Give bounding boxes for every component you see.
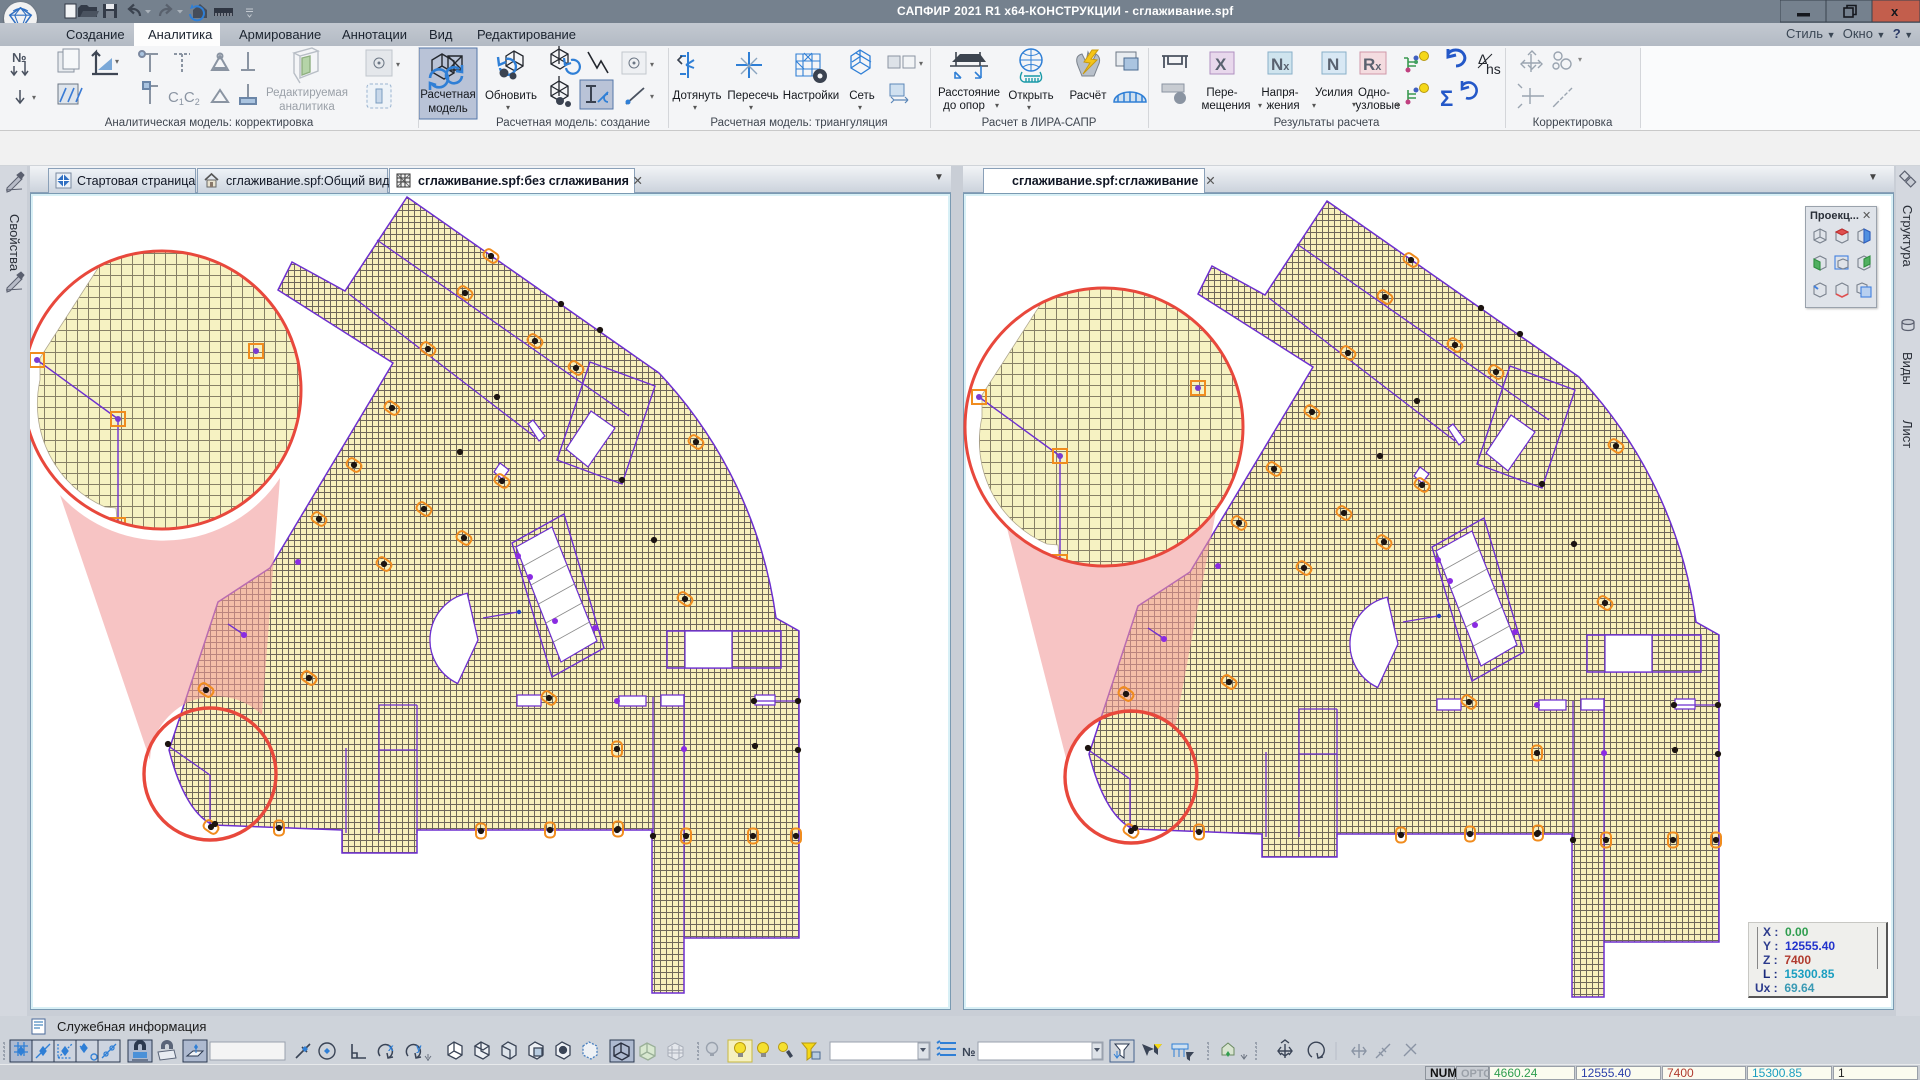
svg-text:y: y: [416, 1043, 422, 1054]
svg-text:Расчетная: Расчетная: [420, 89, 476, 101]
svg-text:x: x: [388, 1043, 394, 1054]
svg-text:модель: модель: [428, 103, 467, 115]
svg-text:x: x: [1891, 4, 1899, 19]
